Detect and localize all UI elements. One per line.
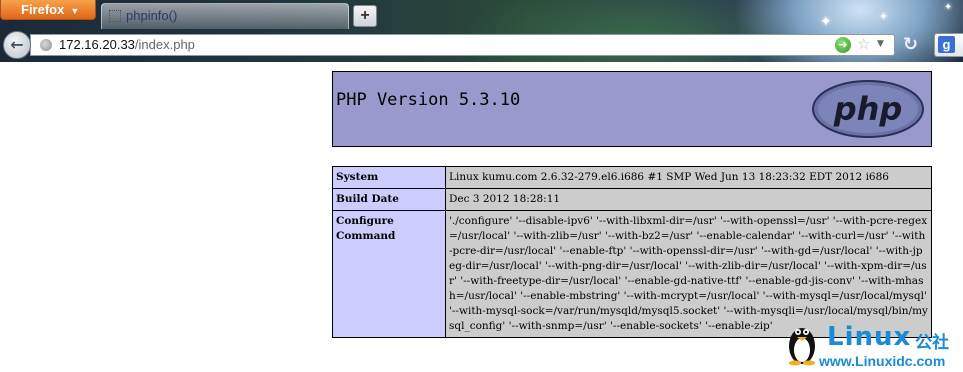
row-label-system: System bbox=[332, 166, 446, 189]
tab-phpinfo[interactable]: phpinfo() bbox=[101, 3, 349, 29]
url-host: 172.16.20.33 bbox=[59, 37, 135, 52]
php-version-header: PHP Version 5.3.10 php bbox=[332, 71, 932, 147]
tab-title: phpinfo() bbox=[126, 8, 178, 23]
row-value-build-date: Dec 3 2012 18:28:11 bbox=[445, 188, 932, 211]
reload-icon[interactable]: ↻ bbox=[903, 36, 918, 54]
history-dropdown-icon[interactable]: ▼ bbox=[877, 39, 884, 49]
go-arrow-icon[interactable]: ➜ bbox=[835, 37, 851, 53]
penguin-icon bbox=[789, 328, 815, 366]
back-button[interactable]: ← bbox=[3, 31, 31, 59]
row-value-configure-command: './configure' '--disable-ipv6' '--with-l… bbox=[445, 210, 932, 338]
sparkle-icon: ✦ bbox=[820, 14, 832, 30]
row-value-system: Linux kumu.com 2.6.32-279.el6.i686 #1 SM… bbox=[445, 166, 932, 189]
url-text[interactable]: 172.16.20.33/index.php bbox=[59, 37, 195, 52]
row-label-configure-command: Configure Command bbox=[332, 210, 446, 338]
site-watermark: Linux 公社 www.Linuxidc.com bbox=[785, 322, 963, 372]
php-logo-icon: php bbox=[812, 80, 924, 138]
browser-chrome: Firefox ▼ phpinfo() + ✦ ✦ ✦ 172.16.20.33/… bbox=[0, 0, 963, 62]
address-bar[interactable]: 172.16.20.33/index.php ➜ ☆ ▼ bbox=[30, 34, 895, 56]
table-row: Configure Command './configure' '--disab… bbox=[332, 210, 932, 338]
watermark-brand-cn: 公社 bbox=[915, 333, 949, 353]
back-arrow-icon: ← bbox=[10, 35, 24, 54]
watermark-brand: Linux bbox=[827, 322, 912, 352]
google-icon: g bbox=[938, 36, 955, 53]
sparkle-icon: ✦ bbox=[944, 2, 953, 13]
chevron-down-icon: ▼ bbox=[70, 6, 80, 16]
firefox-menu-label: Firefox bbox=[21, 2, 65, 17]
firefox-menu-button[interactable]: Firefox ▼ bbox=[0, 0, 96, 20]
search-engine-button[interactable]: g bbox=[934, 33, 963, 57]
watermark-site: www.Linuxidc.com bbox=[819, 353, 946, 369]
navigation-bar: 172.16.20.33/index.php ➜ ☆ ▼ ← ↻ g bbox=[0, 30, 963, 62]
page-favicon-icon bbox=[109, 10, 121, 22]
sparkle-icon: ✦ bbox=[879, 10, 889, 23]
table-row: System Linux kumu.com 2.6.32-279.el6.i68… bbox=[332, 166, 932, 189]
php-logo-text: php bbox=[833, 90, 903, 128]
page-title: PHP Version 5.3.10 bbox=[336, 90, 521, 110]
url-path: /index.php bbox=[134, 37, 195, 52]
table-row: Build Date Dec 3 2012 18:28:11 bbox=[332, 188, 932, 211]
new-tab-button[interactable]: + bbox=[353, 5, 377, 27]
globe-icon bbox=[40, 39, 52, 51]
page-content: PHP Version 5.3.10 php System Linux kumu… bbox=[0, 62, 963, 369]
row-label-build-date: Build Date bbox=[332, 188, 446, 211]
bookmark-star-icon[interactable]: ☆ bbox=[857, 35, 870, 53]
php-info-table: System Linux kumu.com 2.6.32-279.el6.i68… bbox=[332, 166, 932, 338]
